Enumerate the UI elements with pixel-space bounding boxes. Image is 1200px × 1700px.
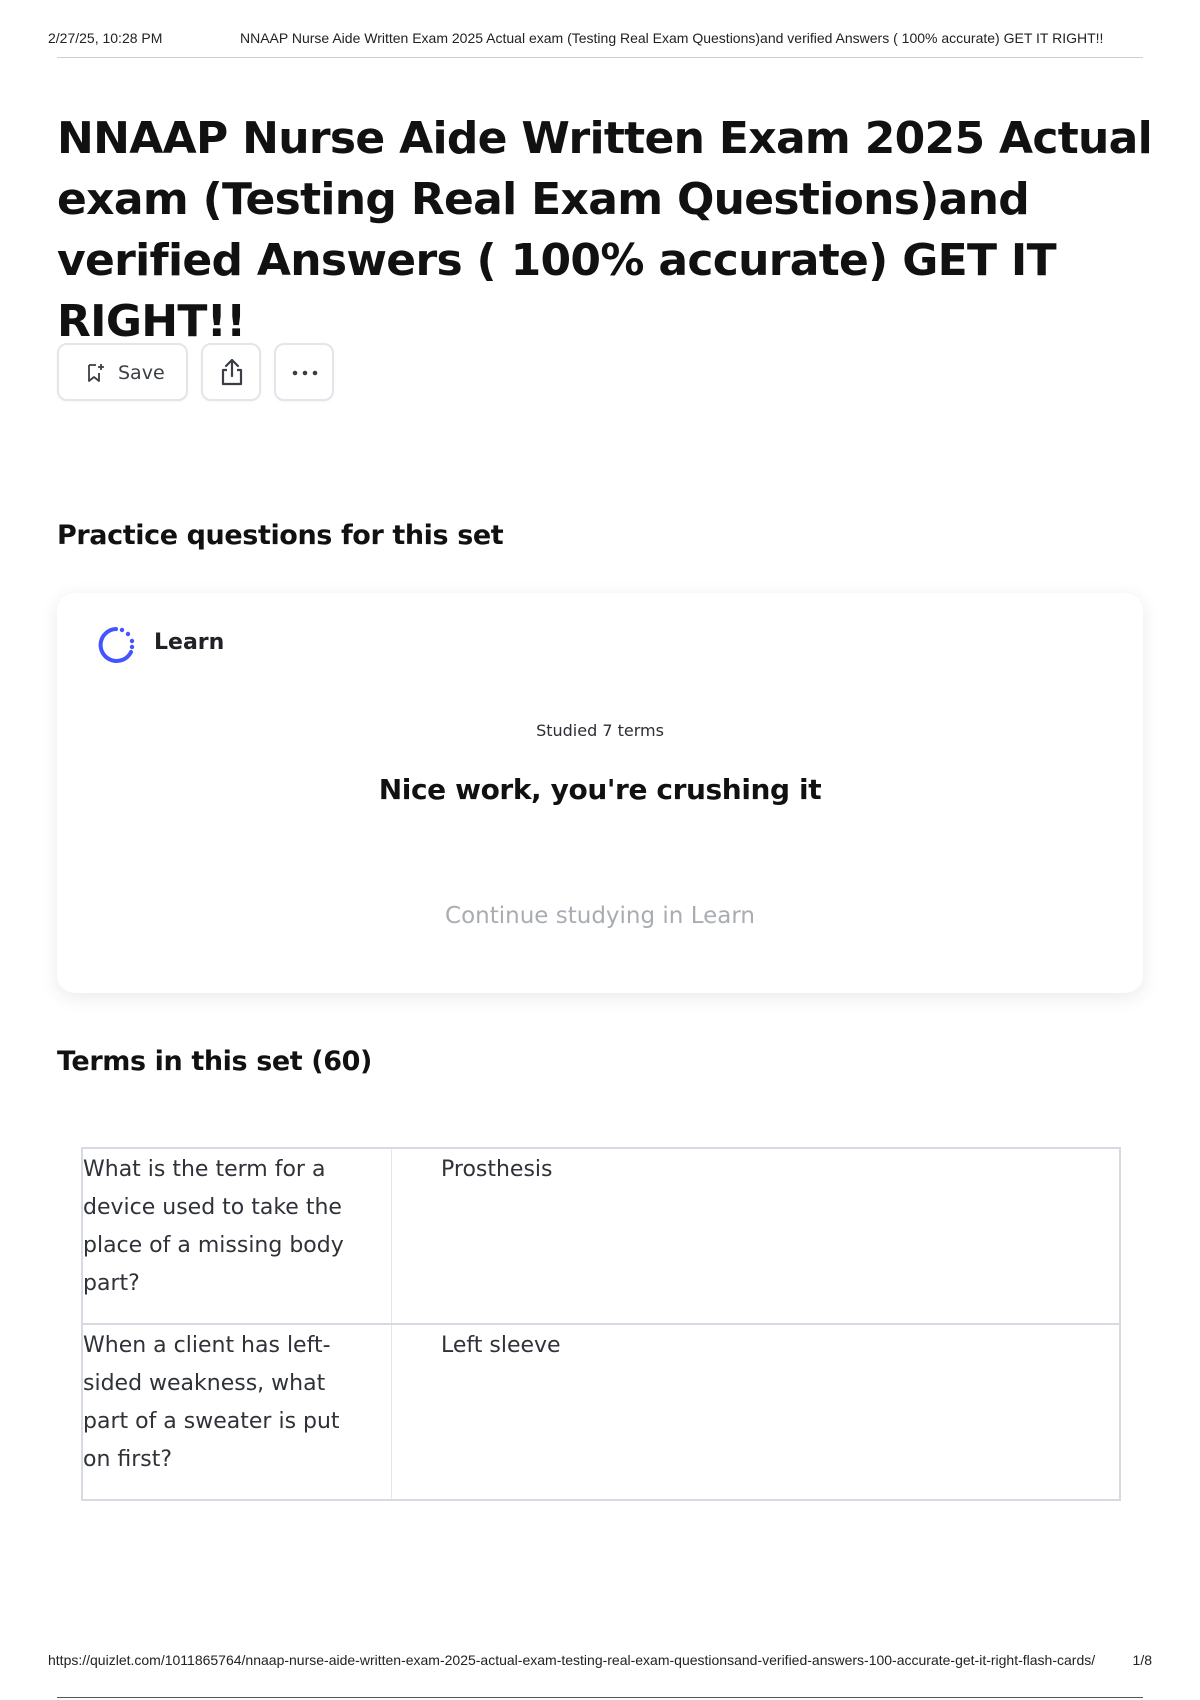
footer-divider [57,1697,1143,1698]
page-number: 1/8 [1132,1652,1152,1668]
term-question: When a client has left-sided weakness, w… [83,1333,340,1472]
learn-card: Learn Studied 7 terms Nice work, you're … [57,593,1143,993]
page-title: NNAAP Nurse Aide Written Exam 2025 Actua… [57,113,1153,347]
more-options-icon [292,370,318,376]
bookmark-plus-icon [88,364,104,382]
learn-mode-label: Learn [154,630,225,655]
term-row[interactable]: When a client has left-sided weakness, w… [83,1325,1119,1499]
print-doc-title: NNAAP Nurse Aide Written Exam 2025 Actua… [240,30,1104,46]
share-button[interactable] [201,343,261,401]
save-label: Save [118,362,165,384]
print-header: 2/27/25, 10:28 PM NNAAP Nurse Aide Writt… [48,28,1152,48]
header-divider [57,57,1143,58]
learn-progress-icon [98,627,135,663]
continue-learn-link[interactable]: Continue studying in Learn [57,903,1143,929]
term-question: What is the term for a device used to ta… [83,1157,344,1296]
term-divider [391,1325,392,1499]
more-options-button[interactable] [274,343,334,401]
studied-count: Studied 7 terms [536,721,664,740]
term-row[interactable]: What is the term for a device used to ta… [83,1149,1119,1325]
print-footer: https://quizlet.com/1011865764/nnaap-nur… [48,1652,1152,1672]
terms-heading: Terms in this set (60) [57,1046,372,1077]
term-answer: Left sleeve [441,1333,561,1358]
share-icon [221,358,243,386]
terms-table: What is the term for a device used to ta… [81,1147,1121,1501]
practice-heading: Practice questions for this set [57,520,504,551]
praise-message: Nice work, you're crushing it [378,773,822,806]
term-answer: Prosthesis [441,1157,553,1182]
term-divider [391,1149,392,1323]
print-url: https://quizlet.com/1011865764/nnaap-nur… [48,1652,1096,1668]
print-datetime: 2/27/25, 10:28 PM [48,30,163,46]
save-button[interactable]: Save [57,343,188,401]
